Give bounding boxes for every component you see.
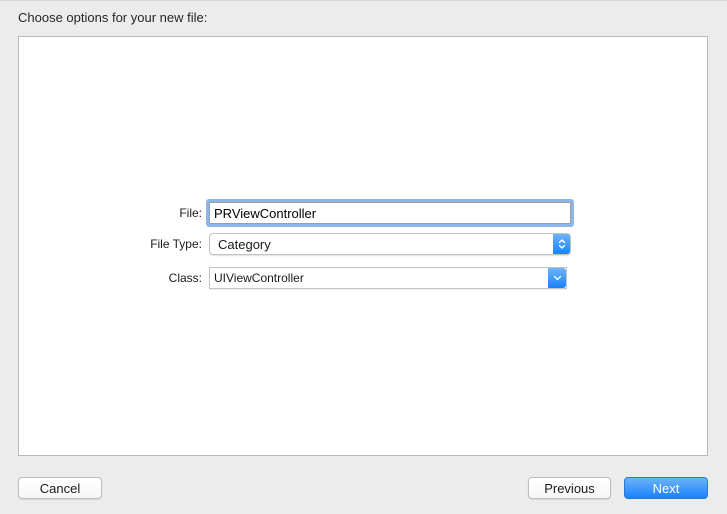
chevron-down-icon[interactable] — [548, 268, 566, 288]
class-combo-box[interactable]: UIViewController — [209, 267, 567, 289]
options-panel: File: File Type: Category Class: UIViewC… — [18, 36, 708, 456]
file-type-value: Category — [218, 237, 271, 252]
dialog-header: Choose options for your new file: — [18, 10, 208, 25]
file-name-input[interactable] — [209, 202, 571, 224]
file-type-popup[interactable]: Category — [209, 233, 571, 255]
cancel-button[interactable]: Cancel — [18, 477, 102, 499]
file-type-label: File Type: — [150, 237, 202, 251]
file-row: File: — [19, 202, 709, 226]
previous-button[interactable]: Previous — [528, 477, 611, 499]
next-button[interactable]: Next — [624, 477, 708, 499]
class-value: UIViewController — [214, 271, 304, 285]
new-file-options-dialog: Choose options for your new file: File: … — [0, 0, 727, 514]
class-label: Class: — [168, 271, 202, 285]
file-type-row: File Type: Category — [19, 233, 709, 257]
chevron-up-down-icon[interactable] — [553, 234, 570, 254]
file-label: File: — [179, 206, 202, 220]
class-row: Class: UIViewController — [19, 267, 709, 291]
